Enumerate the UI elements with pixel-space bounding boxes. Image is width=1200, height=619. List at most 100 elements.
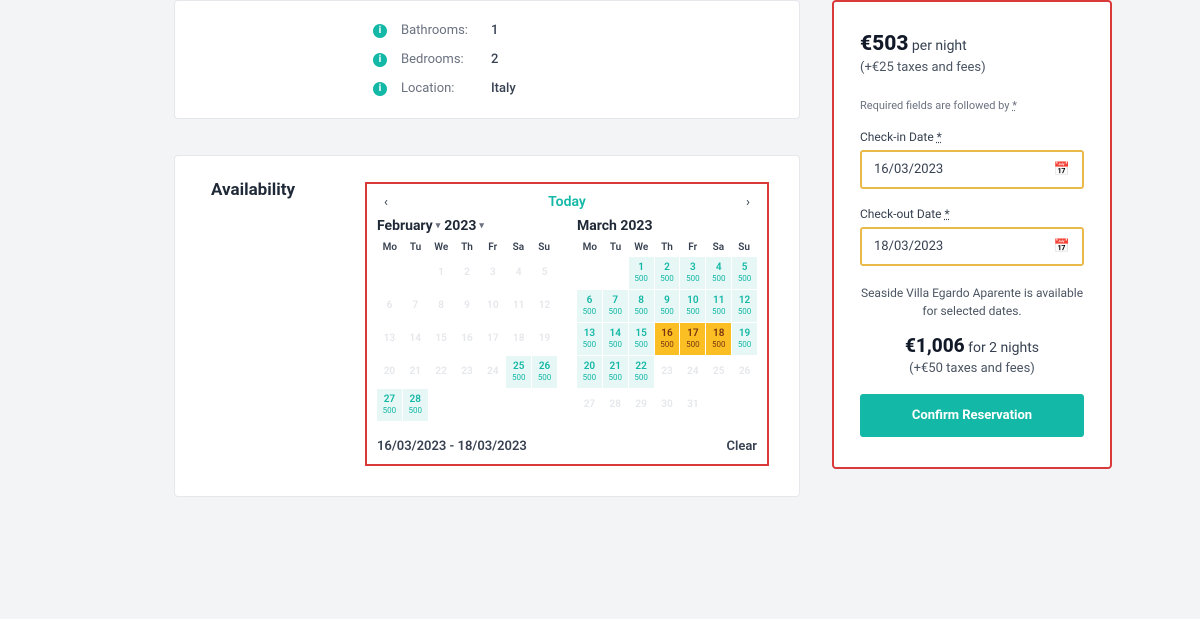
- calendar-day[interactable]: 1500: [629, 257, 654, 289]
- calendar-day[interactable]: 6500: [577, 290, 602, 322]
- calendar-day[interactable]: 7500: [603, 290, 628, 322]
- calendar-day[interactable]: 28: [603, 389, 628, 421]
- calendar-day[interactable]: 3500: [680, 257, 705, 289]
- bathrooms-value: 1: [491, 23, 498, 38]
- calendar-day[interactable]: 9500: [655, 290, 680, 322]
- chevron-down-icon: ▾: [479, 221, 484, 231]
- calendar-day[interactable]: 5: [532, 257, 557, 289]
- checkout-input[interactable]: 18/03/2023 📅: [860, 227, 1084, 266]
- day-number: 20: [384, 367, 395, 377]
- checkin-value: 16/03/2023: [874, 162, 943, 177]
- day-price: 500: [686, 341, 700, 349]
- day-price: 500: [634, 341, 648, 349]
- calendar-day[interactable]: 22500: [629, 356, 654, 388]
- year-select[interactable]: 2023▾: [444, 218, 484, 234]
- calendar-day[interactable]: 5500: [732, 257, 757, 289]
- property-details-card: i Bathrooms: 1 i Bedrooms: 2 i Location:…: [174, 0, 800, 119]
- calendar-day[interactable]: 23: [455, 356, 480, 388]
- calendar-day: [603, 257, 628, 289]
- calendar-day[interactable]: 20500: [577, 356, 602, 388]
- calendar-day[interactable]: 4500: [706, 257, 731, 289]
- calendar-day[interactable]: 19500: [732, 323, 757, 355]
- today-link[interactable]: Today: [548, 194, 586, 210]
- calendar-day[interactable]: 24: [480, 356, 505, 388]
- day-number: 17: [487, 334, 498, 344]
- calendar-day[interactable]: 20: [377, 356, 402, 388]
- weekday-header: Tu: [603, 242, 629, 253]
- calendar-day[interactable]: 7: [403, 290, 428, 322]
- calendar-day[interactable]: 1: [429, 257, 454, 289]
- calendar-day[interactable]: 2: [455, 257, 480, 289]
- calendar-day[interactable]: 15: [429, 323, 454, 355]
- day-price: 500: [712, 308, 726, 316]
- calendar-day[interactable]: 11500: [706, 290, 731, 322]
- calendar-day[interactable]: 13500: [577, 323, 602, 355]
- day-number: 26: [539, 362, 550, 372]
- day-number: 20: [584, 362, 595, 372]
- calendar-day[interactable]: 18: [506, 323, 531, 355]
- calendar-day[interactable]: 16: [455, 323, 480, 355]
- calendar-day[interactable]: 8500: [629, 290, 654, 322]
- calendar-day[interactable]: 26500: [532, 356, 557, 388]
- calendar-day[interactable]: 14: [403, 323, 428, 355]
- bedrooms-label: Bedrooms:: [401, 52, 491, 67]
- calendar-day[interactable]: 4: [506, 257, 531, 289]
- day-price: 500: [712, 341, 726, 349]
- calendar-day[interactable]: 10: [480, 290, 505, 322]
- day-price: 500: [609, 341, 623, 349]
- day-price: 500: [383, 407, 397, 415]
- next-month-button[interactable]: ›: [739, 195, 757, 210]
- required-fields-note: Required fields are followed by *: [860, 99, 1084, 112]
- day-number: 28: [610, 400, 621, 410]
- calendar-day[interactable]: 23: [655, 356, 680, 388]
- calendar-day[interactable]: 2500: [655, 257, 680, 289]
- calendar-day[interactable]: 22: [429, 356, 454, 388]
- calendar-day[interactable]: 14500: [603, 323, 628, 355]
- calendar-day[interactable]: 13: [377, 323, 402, 355]
- calendar-day[interactable]: 17: [480, 323, 505, 355]
- calendar-day[interactable]: 30: [655, 389, 680, 421]
- confirm-reservation-button[interactable]: Confirm Reservation: [860, 394, 1084, 437]
- calendar-widget: ‹ Today › February▾ 2023▾ MoTuWeThFrSaSu…: [365, 182, 769, 466]
- calendar-day[interactable]: 6: [377, 290, 402, 322]
- calendar-day[interactable]: 29: [629, 389, 654, 421]
- calendar-day[interactable]: 28500: [403, 389, 428, 421]
- checkin-input[interactable]: 16/03/2023 📅: [860, 150, 1084, 189]
- calendar-day[interactable]: 3: [480, 257, 505, 289]
- calendar-day[interactable]: 9: [455, 290, 480, 322]
- day-number: 15: [635, 329, 646, 339]
- day-number: 7: [612, 296, 618, 306]
- clear-button[interactable]: Clear: [726, 439, 757, 454]
- calendar-day[interactable]: 27: [577, 389, 602, 421]
- bedrooms-value: 2: [491, 52, 498, 67]
- weekday-header: Tu: [403, 242, 429, 253]
- calendar-day[interactable]: 12500: [732, 290, 757, 322]
- day-number: 18: [513, 334, 524, 344]
- calendar-day[interactable]: 24: [680, 356, 705, 388]
- calendar-day[interactable]: 21500: [603, 356, 628, 388]
- calendar-day[interactable]: 19: [532, 323, 557, 355]
- day-price: 500: [660, 308, 674, 316]
- calendar-day[interactable]: 12: [532, 290, 557, 322]
- day-number: 29: [635, 400, 646, 410]
- calendar-day[interactable]: 18500: [706, 323, 731, 355]
- info-icon: i: [373, 24, 387, 38]
- calendar-day[interactable]: 8: [429, 290, 454, 322]
- calendar-day[interactable]: 17500: [680, 323, 705, 355]
- month-select[interactable]: February▾: [377, 218, 440, 234]
- weekday-header: Fr: [480, 242, 506, 253]
- prev-month-button[interactable]: ‹: [377, 195, 395, 210]
- calendar-day[interactable]: 26: [732, 356, 757, 388]
- calendar-day[interactable]: 31: [680, 389, 705, 421]
- day-number: 8: [638, 296, 644, 306]
- calendar-day[interactable]: 15500: [629, 323, 654, 355]
- day-price: 500: [583, 374, 597, 382]
- calendar-day[interactable]: 25500: [506, 356, 531, 388]
- calendar-day[interactable]: 11: [506, 290, 531, 322]
- calendar-day[interactable]: 10500: [680, 290, 705, 322]
- calendar-day[interactable]: 27500: [377, 389, 402, 421]
- calendar-day[interactable]: 25: [706, 356, 731, 388]
- month-label: March 2023: [577, 218, 757, 234]
- calendar-day[interactable]: 21: [403, 356, 428, 388]
- calendar-day[interactable]: 16500: [655, 323, 680, 355]
